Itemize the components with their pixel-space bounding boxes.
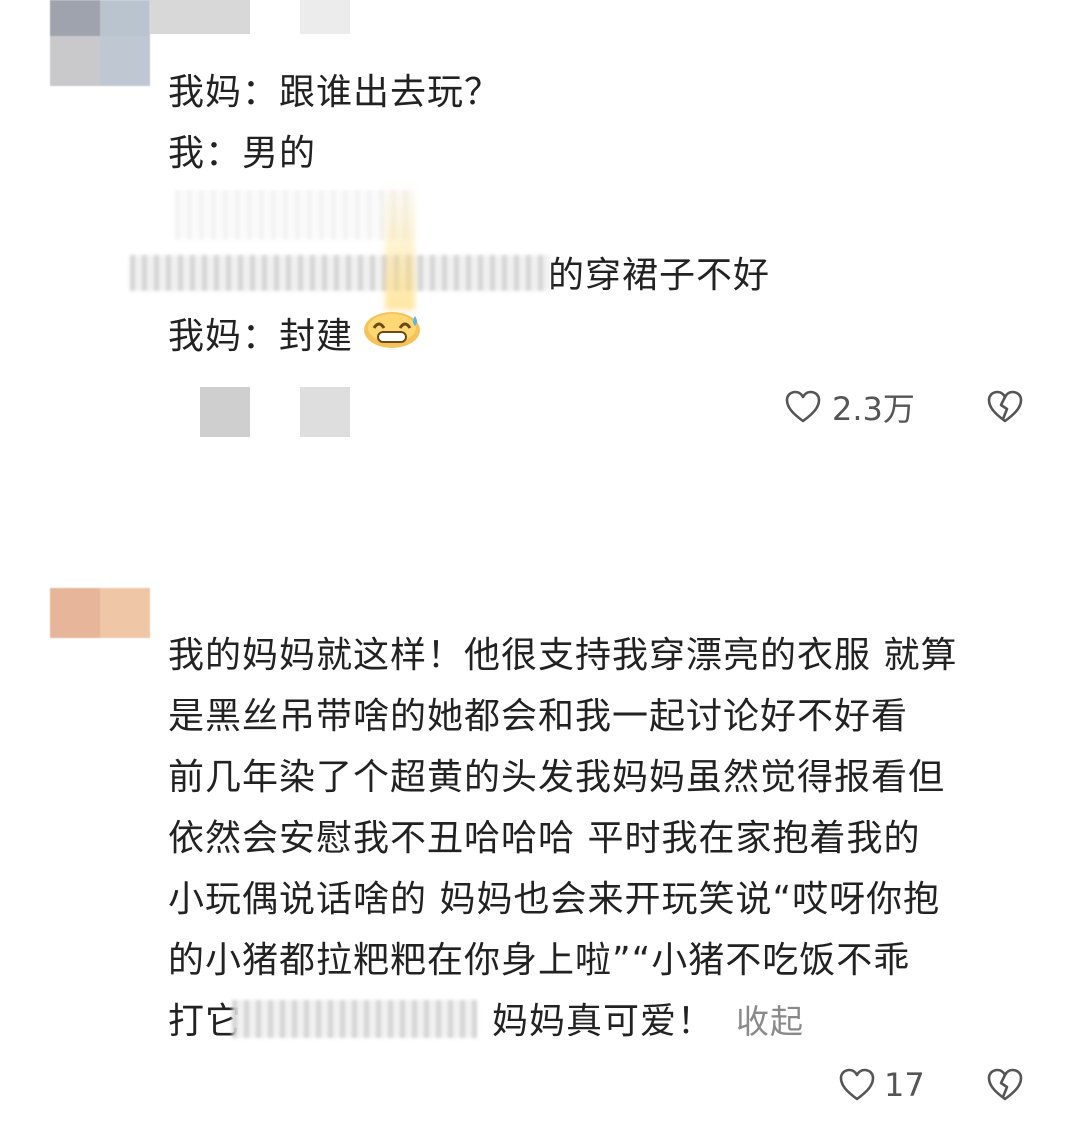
pixelated-line	[175, 190, 415, 240]
comment-line: 我妈：跟谁出去玩？	[168, 72, 502, 113]
collapse-link[interactable]: 收起	[736, 1002, 804, 1041]
comment-line: 我妈：封建	[168, 316, 354, 357]
dislike-button[interactable]	[986, 1065, 1024, 1105]
dislike-button[interactable]	[986, 387, 1024, 427]
comment-line: 的小猪都拉粑粑在你身上啦”“小猪不吃饭不乖	[168, 940, 911, 981]
meta-blur	[200, 387, 250, 437]
like-count: 17	[884, 1066, 925, 1104]
avatar[interactable]	[50, 0, 150, 86]
comment-line: 依然会安慰我不丑哈哈哈 平时我在家抱着我的	[168, 818, 921, 859]
emoji-glow	[385, 180, 415, 310]
like-count: 2.3万	[832, 390, 915, 428]
comment-line: 是黑丝吊带啥的她都会和我一起讨论好不好看	[168, 696, 909, 737]
comment-line: 我：男的	[168, 133, 317, 174]
username-blur	[300, 0, 350, 34]
comment-1: 我妈：跟谁出去玩？ 我：男的 的穿裙子不好 我妈：封建 2.3万	[0, 0, 1080, 520]
comment-line-tail: 的穿裙子不好	[548, 255, 771, 296]
heart-outline-icon	[839, 1068, 875, 1101]
like-button[interactable]: 2.3万	[784, 387, 915, 428]
comment-line-head: 打它	[168, 1001, 243, 1042]
heart-outline-icon	[785, 390, 821, 423]
broken-heart-icon	[987, 390, 1023, 423]
pixelated-line	[130, 255, 550, 291]
comment-text: 我的妈妈就这样！他很支持我穿漂亮的衣服 就算 是黑丝吊带啥的她都会和我一起讨论好…	[168, 625, 1048, 1052]
pixelated-line	[232, 1000, 477, 1038]
username-blur	[150, 0, 250, 34]
comment-line: 我的妈妈就这样！他很支持我穿漂亮的衣服 就算	[168, 635, 958, 676]
comment-line-tail: 妈妈真可爱！	[492, 1001, 715, 1042]
meta-blur	[300, 387, 350, 437]
comment-line: 小玩偶说话啥的 妈妈也会来开玩笑说“哎呀你抱	[168, 879, 941, 920]
comment-line: 前几年染了个超黄的头发我妈妈虽然觉得报看但	[168, 757, 946, 798]
broken-heart-icon	[987, 1068, 1023, 1101]
comment-2: 我的妈妈就这样！他很支持我穿漂亮的衣服 就算 是黑丝吊带啥的她都会和我一起讨论好…	[0, 560, 1080, 1137]
grinning-sweat-emoji-icon	[364, 312, 420, 348]
like-button[interactable]: 17	[838, 1065, 925, 1105]
avatar[interactable]	[50, 588, 150, 638]
